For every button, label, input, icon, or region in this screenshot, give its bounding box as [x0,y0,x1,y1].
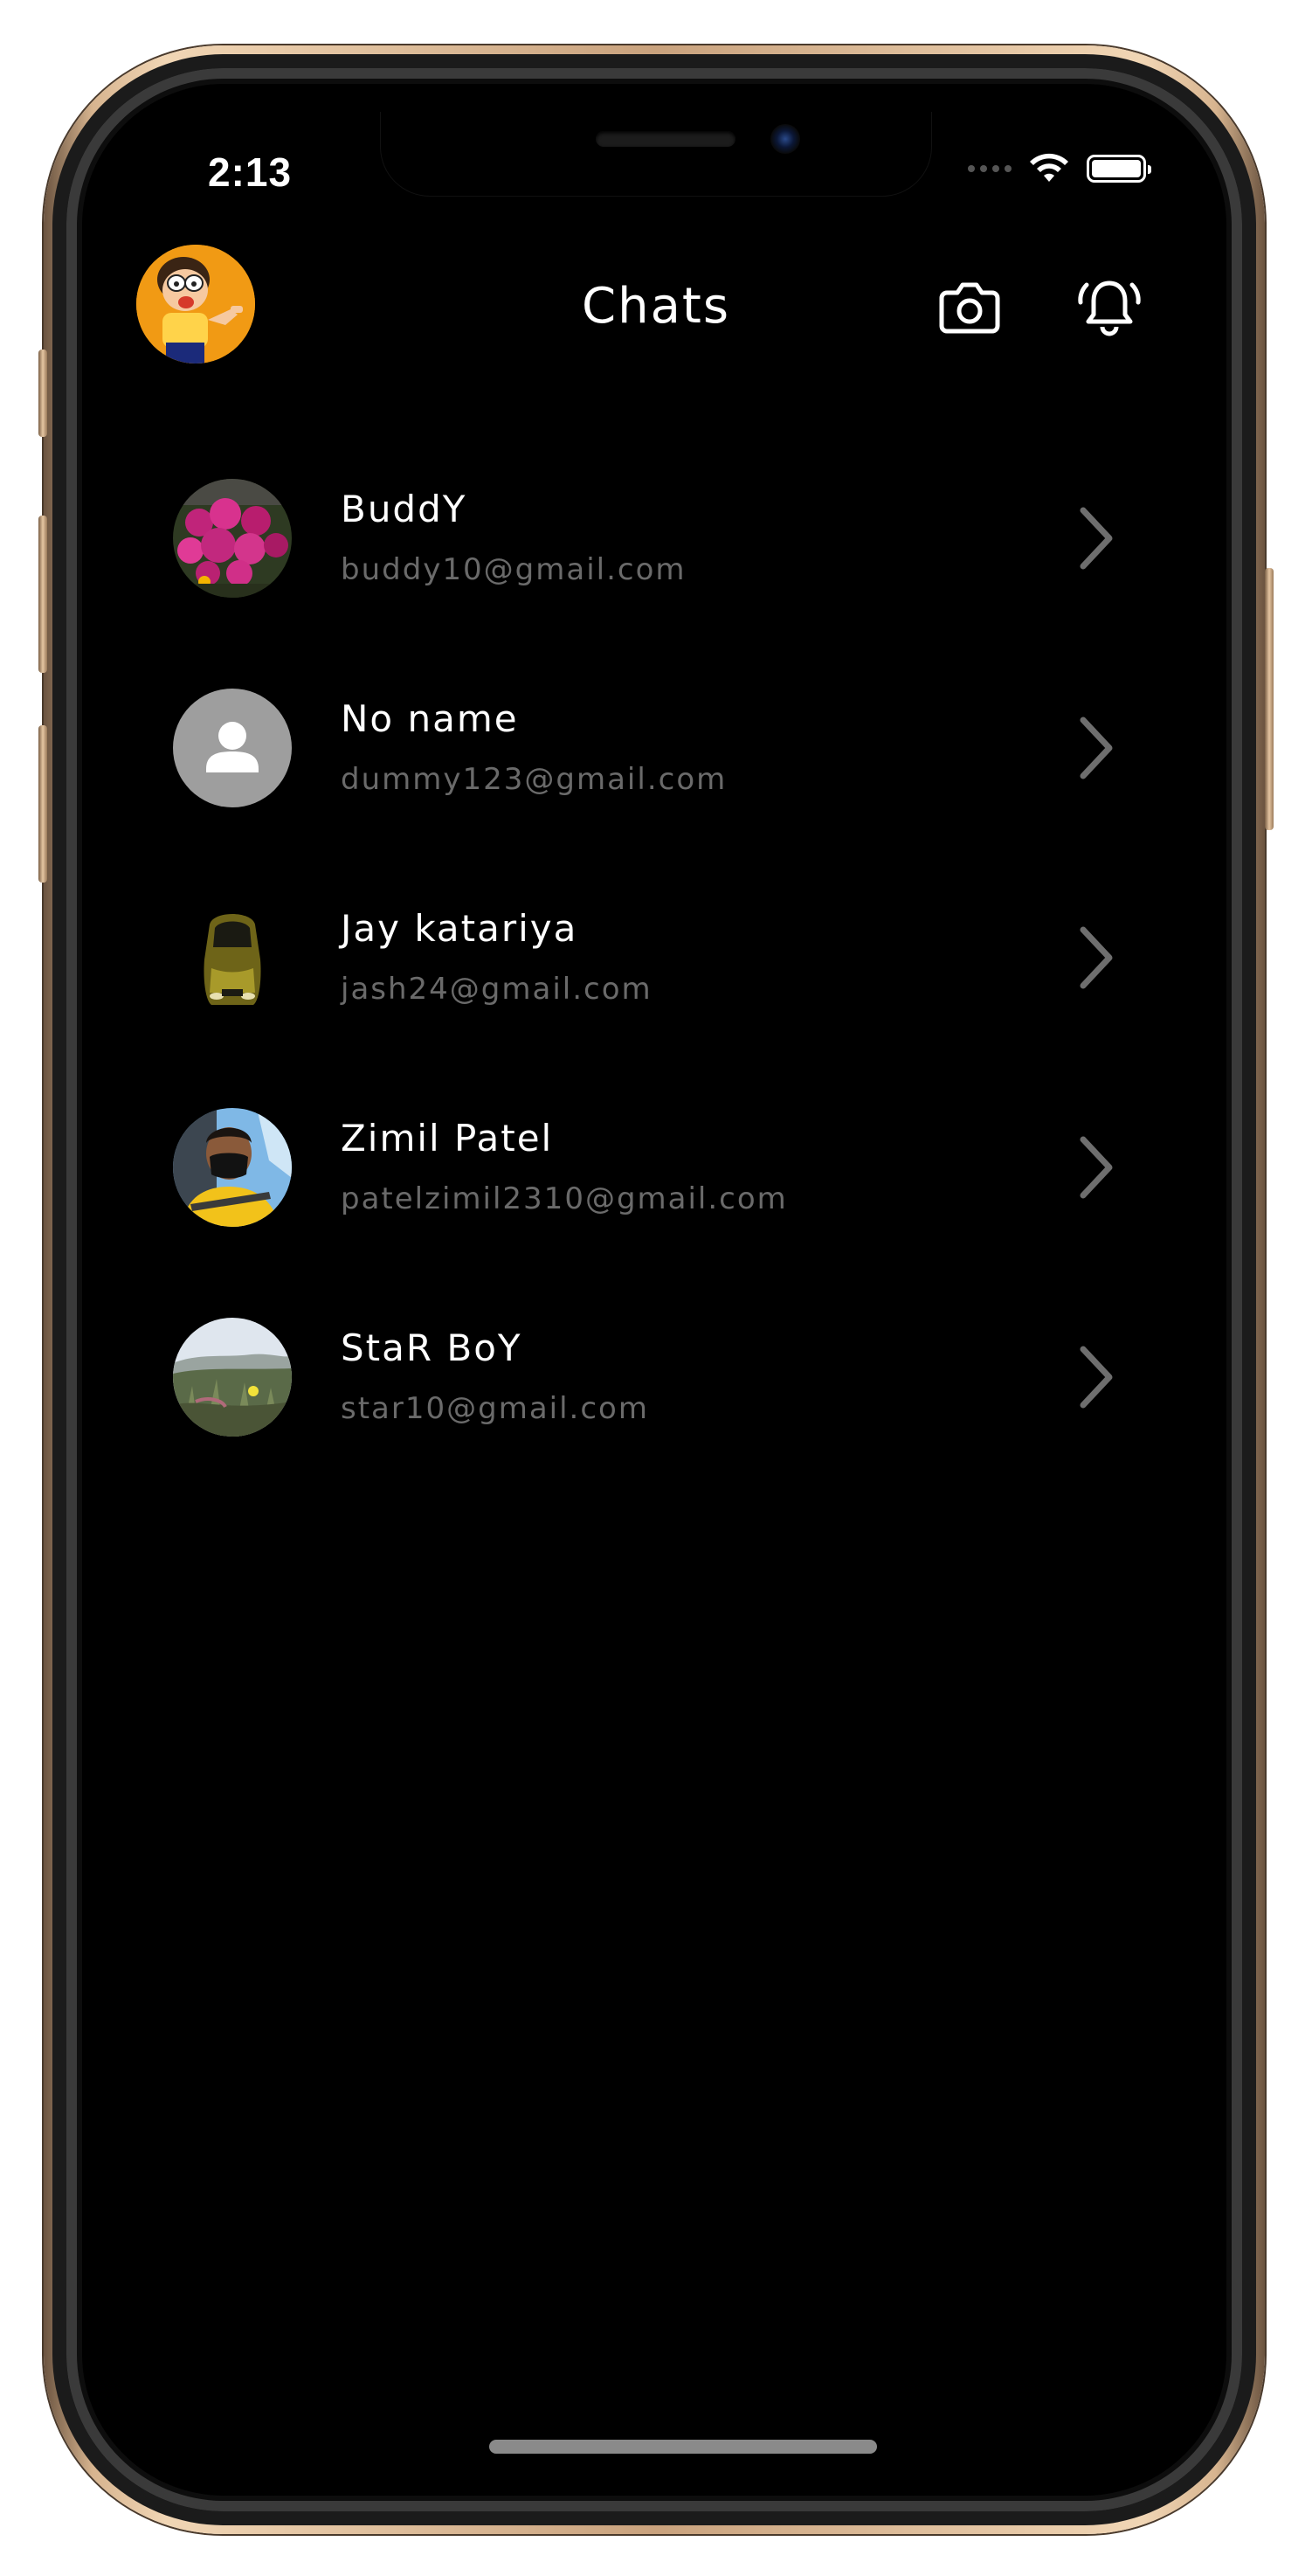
chat-avatar [173,1108,292,1227]
chevron-right-icon [1080,717,1113,779]
chat-avatar [173,1318,292,1437]
chat-row[interactable]: Jay katariya jash24@gmail.com [114,898,1198,1073]
home-indicator[interactable] [489,2440,877,2454]
camera-button[interactable] [935,273,1005,343]
camera-icon [939,282,1000,334]
contact-email: jash24@gmail.com [341,972,653,1007]
battery-full-icon [1087,155,1151,183]
status-time: 2:13 [208,149,293,195]
contact-name: BuddY [341,488,467,530]
chevron-right-icon [1080,926,1113,989]
contact-name: StaR BoY [341,1326,522,1369]
power-button [1265,568,1274,830]
flower-photo [173,479,292,598]
app-screen: 2:13 Chats BuddY buddy10@gmail.com No na… [114,112,1198,2462]
contact-email: star10@gmail.com [341,1391,649,1426]
contact-name: No name [341,697,519,740]
chevron-right-icon [1080,507,1113,570]
wifi-icon [1030,153,1068,182]
chats-header: Chats [114,243,1198,365]
contact-email: buddy10@gmail.com [341,552,687,587]
contact-email: dummy123@gmail.com [341,762,728,797]
speaker-grille [596,131,735,147]
default-person-icon [206,722,259,772]
volume-up-button [38,516,47,673]
person-photo [173,1108,292,1227]
signal-dots-icon [968,165,1012,172]
front-camera [770,124,800,154]
contact-email: patelzimil2310@gmail.com [341,1181,788,1216]
notch [381,112,931,196]
page-title: Chats [581,278,731,335]
landscape-photo [173,1318,292,1437]
chevron-right-icon [1080,1136,1113,1199]
contact-name: Zimil Patel [341,1117,554,1160]
chat-row[interactable]: StaR BoY star10@gmail.com [114,1318,1198,1492]
status-indicators [968,152,1151,185]
contact-name: Jay katariya [341,907,578,950]
volume-down-button [38,725,47,883]
notifications-button[interactable] [1074,273,1144,343]
chat-row[interactable]: No name dummy123@gmail.com [114,689,1198,863]
chat-avatar [173,898,292,1017]
chat-row[interactable]: BuddY buddy10@gmail.com [114,479,1198,654]
chat-avatar [173,479,292,598]
chat-row[interactable]: Zimil Patel patelzimil2310@gmail.com [114,1108,1198,1283]
bell-ringing-icon [1078,280,1141,336]
mute-switch [38,350,47,437]
car-photo [173,898,292,1017]
chat-avatar [173,689,292,807]
chevron-right-icon [1080,1346,1113,1409]
